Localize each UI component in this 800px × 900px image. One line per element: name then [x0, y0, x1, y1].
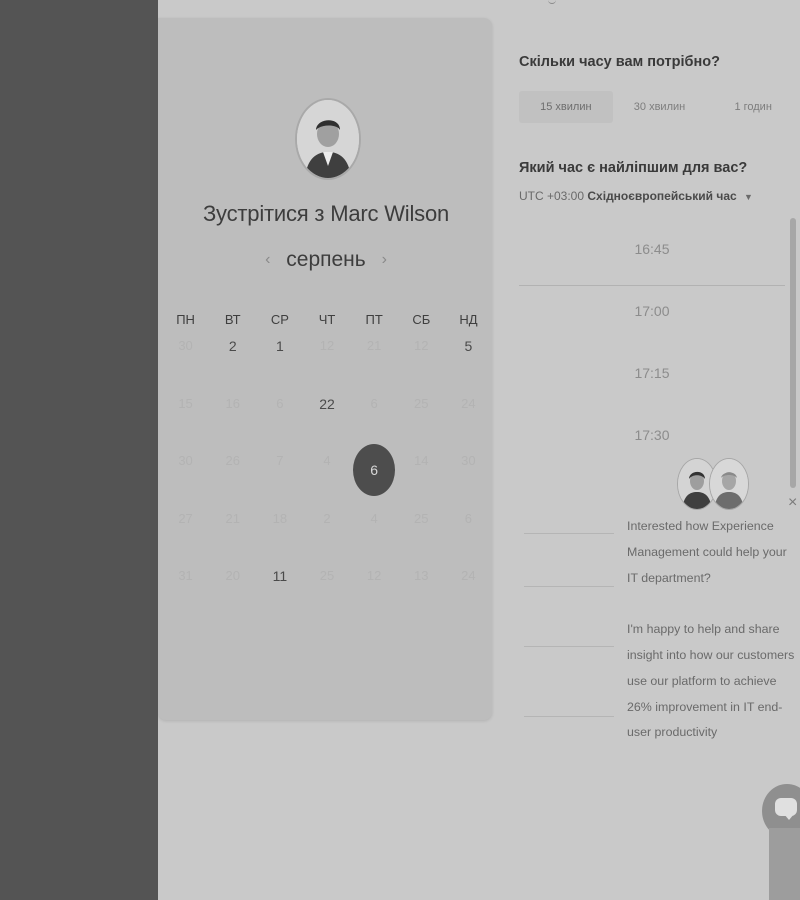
calendar-day: 25 [414, 395, 429, 411]
weekday-label: ВТ [224, 312, 241, 327]
calendar-day: 30 [178, 453, 193, 468]
calendar-day: 6 [464, 510, 473, 526]
calendar-day: 2 [323, 510, 331, 526]
divider [524, 716, 614, 717]
weekday-header: ПН ВТ СР ЧТ ПТ СБ НД [162, 312, 492, 327]
calendar-day: 30 [461, 453, 476, 468]
calendar-day: 6 [276, 395, 284, 411]
calendar-day: 31 [178, 568, 193, 583]
duration-tabs: 15 хвилин 30 хвилин 1 годин [519, 91, 800, 123]
calendar-day: 12 [366, 568, 382, 583]
duration-option[interactable]: 15 хвилин [519, 91, 613, 123]
calendar-day: 16 [225, 395, 240, 411]
calendar-day: 21 [225, 510, 240, 526]
time-question: Який час є найліпшим для вас? [519, 160, 748, 176]
divider [524, 646, 614, 647]
calendar-day: 7 [276, 453, 284, 468]
chevron-down-icon: ▼ [744, 192, 753, 202]
timezone-selector[interactable]: UTC +03:00 Східноєвропейський час ▼ [519, 189, 753, 203]
calendar-day: 14 [414, 453, 429, 468]
calendar-day: 4 [323, 453, 331, 468]
meeting-title: Зустрітися з Marc Wilson [202, 201, 450, 226]
calendar-day: 12 [319, 338, 335, 353]
calendar-day: 26 [225, 453, 240, 468]
agent-avatar [709, 458, 749, 510]
duration-question: Скільки часу вам потрібно? [519, 54, 720, 70]
prev-month-icon[interactable]: ‹ [255, 251, 280, 268]
calendar-day: 18 [272, 510, 288, 526]
calendar-days-grid: 30 2 1 12 21 12 5 15 16 6 22 6 25 24 30 26 7 4 6 14 30 27 21 18… [162, 335, 492, 623]
slot-divider [519, 285, 785, 286]
close-icon[interactable]: × [788, 494, 797, 512]
top-scroll-hint [548, 0, 556, 4]
calendar-day: 15 [178, 395, 193, 411]
divider [524, 586, 614, 587]
host-avatar [295, 98, 361, 180]
calendar-day: 20 [225, 568, 240, 583]
calendar-day: 30 [178, 338, 193, 353]
weekday-label: НД [459, 312, 478, 327]
calendar-day-number: 6 [353, 444, 396, 496]
calendar-day: 25 [414, 510, 429, 526]
scheduler-page: Зустрітися з Marc Wilson ‹ серпень › ПН В… [158, 0, 800, 900]
calendar-day: 25 [319, 568, 335, 583]
timezone-name: Східноєвропейський час [587, 189, 737, 203]
calendar-day: 24 [461, 395, 476, 411]
chat-agent-avatars [677, 458, 749, 510]
calendar-day: 4 [370, 510, 378, 526]
calendar-day-available[interactable]: 22 [303, 393, 350, 415]
duration-option[interactable]: 1 годин [706, 91, 800, 123]
chat-message-intro: Interested how Experience Management cou… [627, 519, 787, 585]
duration-option[interactable]: 30 хвилин [613, 91, 707, 123]
chat-message: Interested how Experience Management cou… [627, 514, 799, 772]
calendar-day-available[interactable]: 1 [256, 335, 303, 357]
time-slot[interactable]: 16:45 [519, 220, 785, 282]
weekday-label: ЧТ [318, 312, 336, 327]
calendar-day: 6 [370, 395, 378, 411]
calendar-day-available[interactable]: 11 [256, 565, 303, 587]
calendar-day-available[interactable]: 5 [445, 335, 492, 357]
calendar-day: 13 [414, 568, 429, 583]
weekday-label: ПН [176, 312, 195, 327]
calendar-day: 27 [178, 510, 193, 526]
calendar-day-available[interactable]: 2 [209, 335, 256, 357]
calendar-card: Зустрітися з Marc Wilson ‹ серпень › ПН В… [158, 18, 492, 720]
calendar-day: 21 [366, 338, 382, 353]
calendar-day: 24 [461, 568, 476, 583]
calendar-day: 12 [414, 338, 429, 353]
next-month-icon[interactable]: › [372, 251, 397, 268]
divider [524, 533, 614, 534]
weekday-label: СР [270, 312, 289, 327]
time-slot[interactable]: 17:00 [519, 282, 785, 344]
slots-scrollbar[interactable] [790, 218, 796, 488]
month-navigator: ‹ серпень › [158, 248, 494, 272]
time-slot[interactable]: 17:15 [519, 344, 785, 406]
calendar-day-selected[interactable]: 6 [351, 444, 398, 496]
time-slot-list: 16:45 17:00 17:15 17:30 [519, 220, 785, 468]
chat-launcher-shadow [769, 828, 800, 900]
month-label: серпень [286, 248, 366, 271]
weekday-label: СБ [412, 312, 431, 327]
timezone-offset: UTC +03:00 [519, 189, 585, 203]
weekday-label: ПТ [365, 312, 383, 327]
chat-message-offer: I'm happy to help and share insight into… [627, 622, 795, 740]
